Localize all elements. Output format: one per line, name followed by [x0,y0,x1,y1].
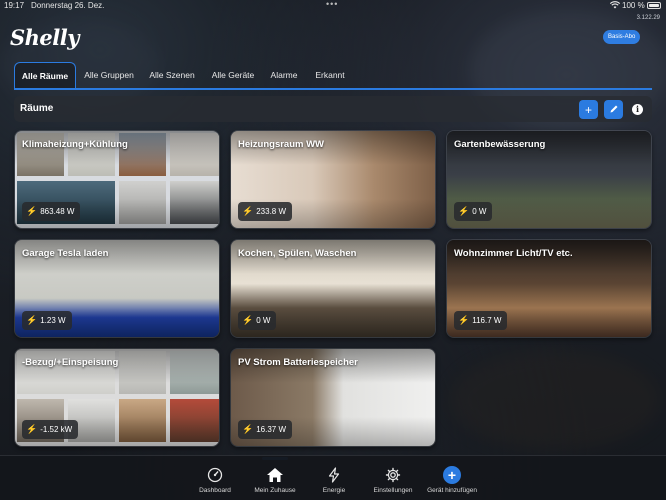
room-name: Klimaheizung+Kühlung [22,139,128,150]
bolt-icon: ⚡ [458,315,470,325]
tab-alle-geraete[interactable]: Alle Geräte [206,62,260,88]
bolt-icon: ⚡ [242,315,254,325]
bolt-icon: ⚡ [26,206,38,216]
info-icon: i [632,104,643,115]
edit-rooms-button[interactable] [604,100,623,119]
home-icon [265,465,285,485]
room-name: Gartenbewässerung [454,139,546,150]
room-name: PV Strom Batteriespeicher [238,357,358,368]
room-name: Kochen, Spülen, Waschen [238,248,357,259]
shelly-logo: Shelly [10,25,79,50]
status-time: 19:17 [4,1,25,10]
battery-percentage: 100 % [622,1,645,10]
wifi-icon [609,1,621,11]
nav-label: Gerät hinzufügen [427,487,477,494]
tab-alle-gruppen[interactable]: Alle Gruppen [80,62,138,88]
multitasking-dots-icon[interactable]: ••• [326,0,338,9]
info-button[interactable]: i [628,100,647,119]
room-name: Heizungsraum WW [238,139,325,150]
tab-erkannt[interactable]: Erkannt [308,62,352,88]
room-power-value: 863.48 W [40,207,75,216]
room-power-badge: ⚡ -1.52 kW [22,420,79,439]
gauge-icon [205,465,225,485]
room-power-badge: ⚡ 1.23 W [22,311,72,330]
room-card-klimaheizung[interactable]: Klimaheizung+Kühlung ⚡ 863.48 W [14,130,220,229]
bolt-icon: ⚡ [26,424,38,434]
room-card-pv-strom[interactable]: PV Strom Batteriespeicher ⚡ 16.37 W [230,348,436,447]
room-power-badge: ⚡ 16.37 W [238,420,293,439]
room-power-badge: ⚡ 0 W [238,311,277,330]
room-power-badge: ⚡ 233.8 W [238,202,293,221]
section-title: Räume [20,103,54,114]
room-power-badge: ⚡ 863.48 W [22,202,81,221]
room-name: Wohnzimmer Licht/TV etc. [454,248,573,259]
bolt-icon: ⚡ [26,315,38,325]
room-card-kochen[interactable]: Kochen, Spülen, Waschen ⚡ 0 W [230,239,436,338]
room-power-value: 0 W [472,207,487,216]
tab-alle-szenen[interactable]: Alle Szenen [144,62,200,88]
room-power-badge: ⚡ 0 W [454,202,493,221]
bolt-icon: ⚡ [242,424,254,434]
app-version: 3.122.29 [636,15,660,21]
gear-icon [383,465,403,485]
tab-alle-raeume[interactable]: Alle Räume [14,62,76,88]
background-foliage [450,350,660,450]
pencil-icon [609,103,619,117]
rooms-section-header: Räume + i [14,96,652,122]
room-power-value: 233.8 W [256,207,287,216]
plus-icon: + [584,102,592,117]
plus-circle-icon: + [442,465,462,485]
room-card-heizungsraum[interactable]: Heizungsraum WW ⚡ 233.8 W [230,130,436,229]
room-power-value: -1.52 kW [40,425,73,434]
room-tabs: Alle Räume Alle Gruppen Alle Szenen Alle… [14,62,652,90]
room-name: -Bezug/+Einspeisung [22,357,119,368]
room-card-gartenbewaesserung[interactable]: Gartenbewässerung ⚡ 0 W [446,130,652,229]
room-card-garage[interactable]: Garage Tesla laden ⚡ 1.23 W [14,239,220,338]
room-power-value: 16.37 W [256,425,287,434]
bolt-icon [324,465,344,485]
bolt-icon: ⚡ [242,206,254,216]
nav-geraet-hinzufuegen[interactable]: + Gerät hinzufügen [422,456,482,500]
battery-icon [647,2,661,9]
status-date: Donnerstag 26. Dez. [31,1,105,10]
add-room-button[interactable]: + [579,100,598,119]
bolt-icon: ⚡ [458,206,470,216]
status-bar: 19:17 Donnerstag 26. Dez. ••• 100 % [0,0,666,12]
room-power-value: 116.7 W [472,316,502,325]
room-power-badge: ⚡ 116.7 W [454,311,508,330]
room-card-wohnzimmer[interactable]: Wohnzimmer Licht/TV etc. ⚡ 116.7 W [446,239,652,338]
room-power-value: 1.23 W [40,316,66,325]
bottom-navigation: Dashboard Mein Zuhause Energie Einstellu… [0,455,666,500]
plan-badge-button[interactable]: Basis-Abo [603,30,641,44]
room-name: Garage Tesla laden [22,248,109,259]
room-card-bezug-einspeisung[interactable]: -Bezug/+Einspeisung ⚡ -1.52 kW [14,348,220,447]
room-power-value: 0 W [256,316,271,325]
tab-alarme[interactable]: Alarme [266,62,302,88]
